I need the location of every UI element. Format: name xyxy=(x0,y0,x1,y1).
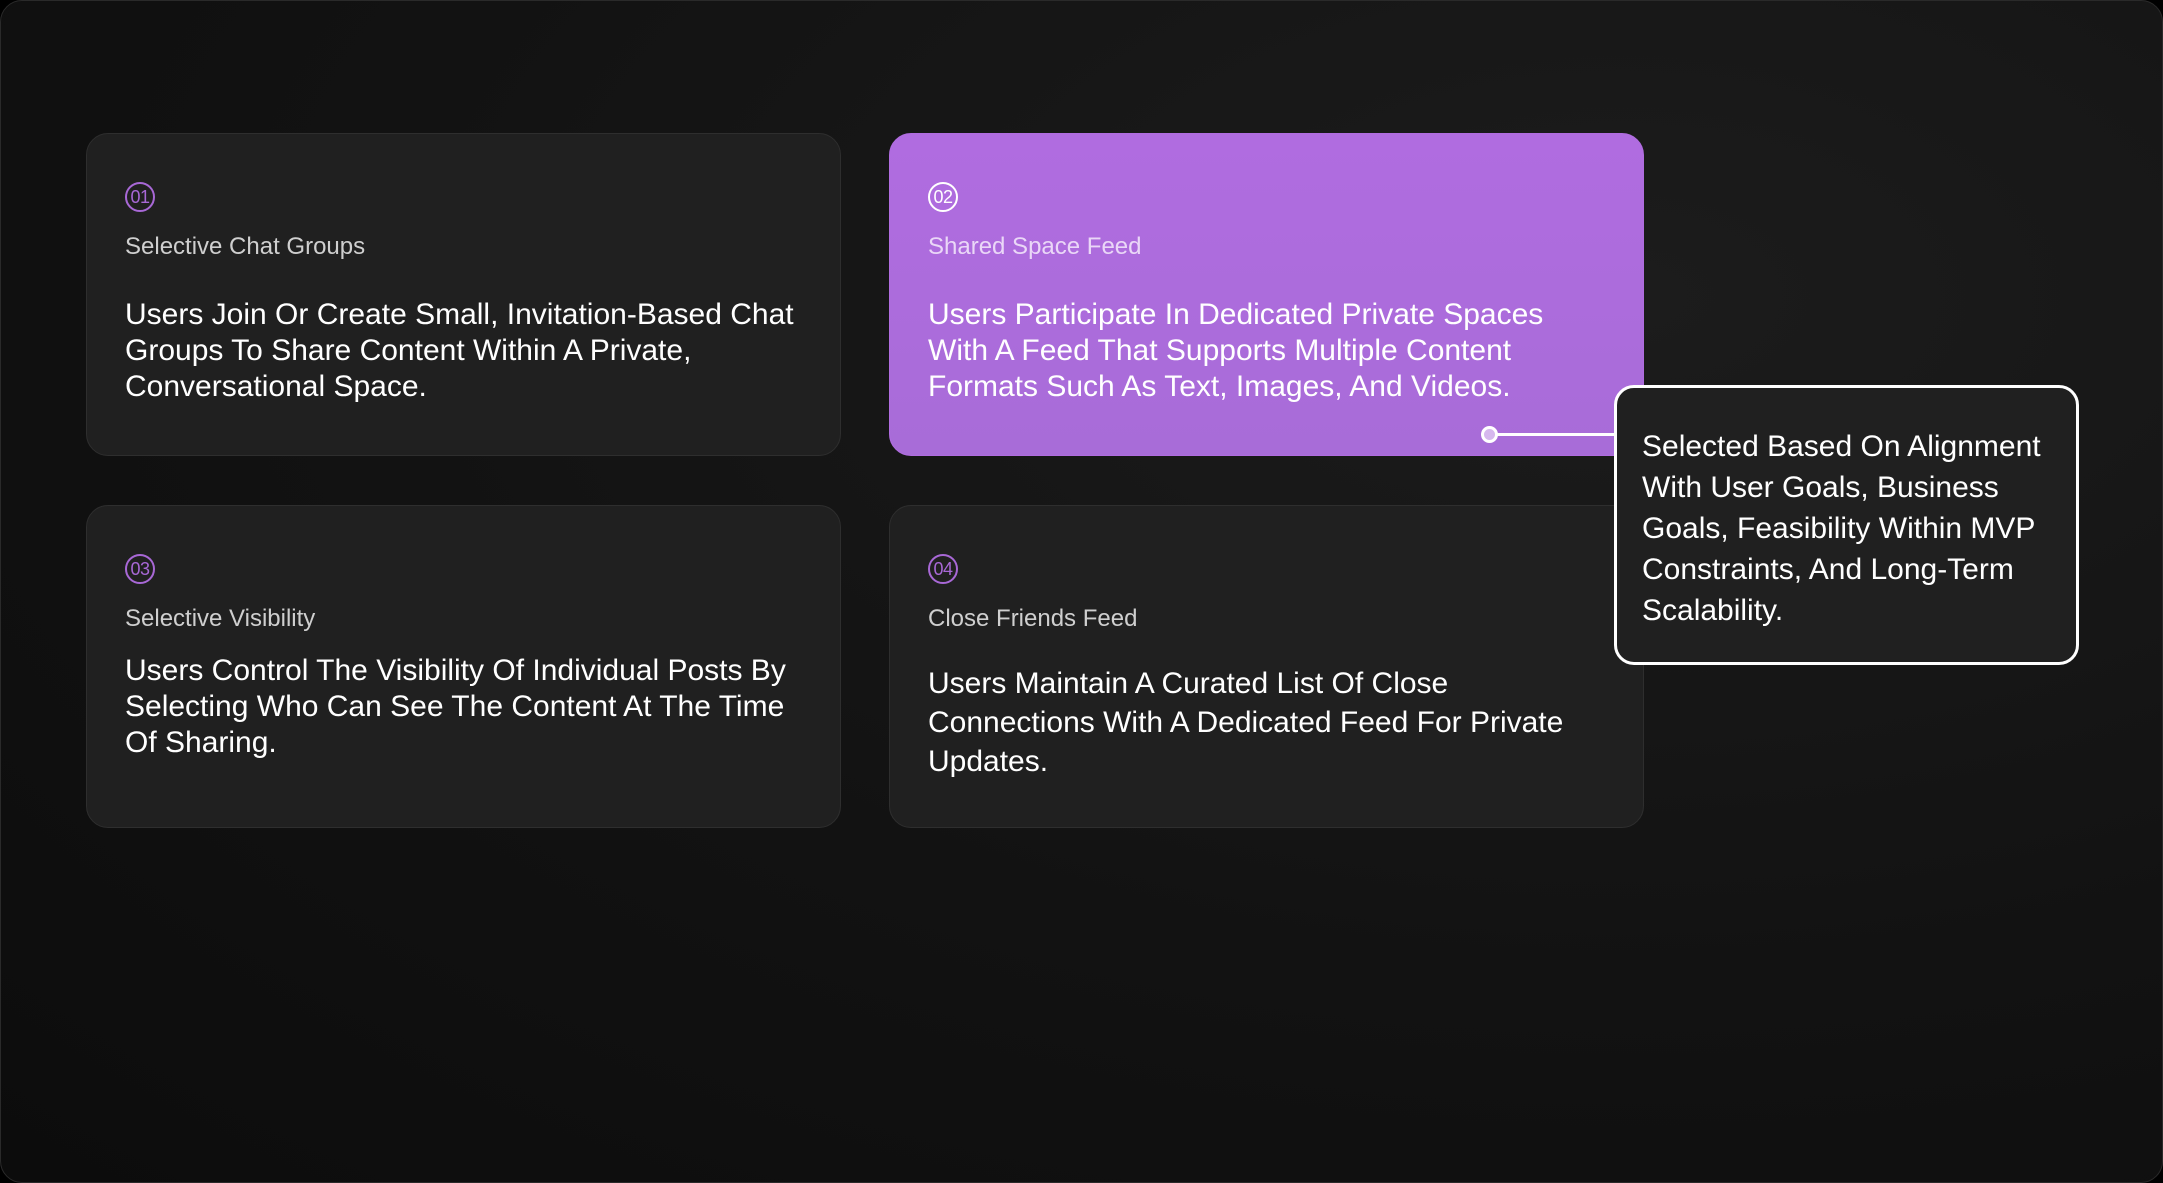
feature-card-selective-chat-groups[interactable]: 01 Selective Chat Groups Users Join Or C… xyxy=(86,133,841,456)
canvas-frame: 01 Selective Chat Groups Users Join Or C… xyxy=(0,0,2163,1183)
card-number-badge: 01 xyxy=(125,182,155,212)
card-title: Selective Chat Groups xyxy=(125,233,366,260)
callout-connector-line xyxy=(1491,433,1616,436)
card-description: Users Join Or Create Small, Invitation-B… xyxy=(125,298,794,403)
feature-card-close-friends-feed[interactable]: 04 Close Friends Feed Users Maintain A C… xyxy=(889,505,1644,828)
callout-anchor-dot xyxy=(1481,426,1498,443)
tooltip-text: Selected Based On Alignment With User Go… xyxy=(1642,430,2041,627)
card-title: Close Friends Feed xyxy=(928,605,1138,632)
card-number-badge: 03 xyxy=(125,554,155,584)
card-description: Users Maintain A Curated List Of Close C… xyxy=(928,667,1564,778)
feature-card-selective-visibility[interactable]: 03 Selective Visibility Users Control Th… xyxy=(86,505,841,828)
card-number-badge: 04 xyxy=(928,554,958,584)
card-description: Users Participate In Dedicated Private S… xyxy=(928,298,1544,403)
selection-rationale-tooltip: Selected Based On Alignment With User Go… xyxy=(1614,385,2079,665)
card-title: Selective Visibility xyxy=(125,605,316,632)
card-number-badge: 02 xyxy=(928,182,958,212)
feature-card-shared-space-feed[interactable]: 02 Shared Space Feed Users Participate I… xyxy=(889,133,1644,456)
card-title: Shared Space Feed xyxy=(928,233,1142,260)
card-description: Users Control The Visibility Of Individu… xyxy=(125,654,786,759)
